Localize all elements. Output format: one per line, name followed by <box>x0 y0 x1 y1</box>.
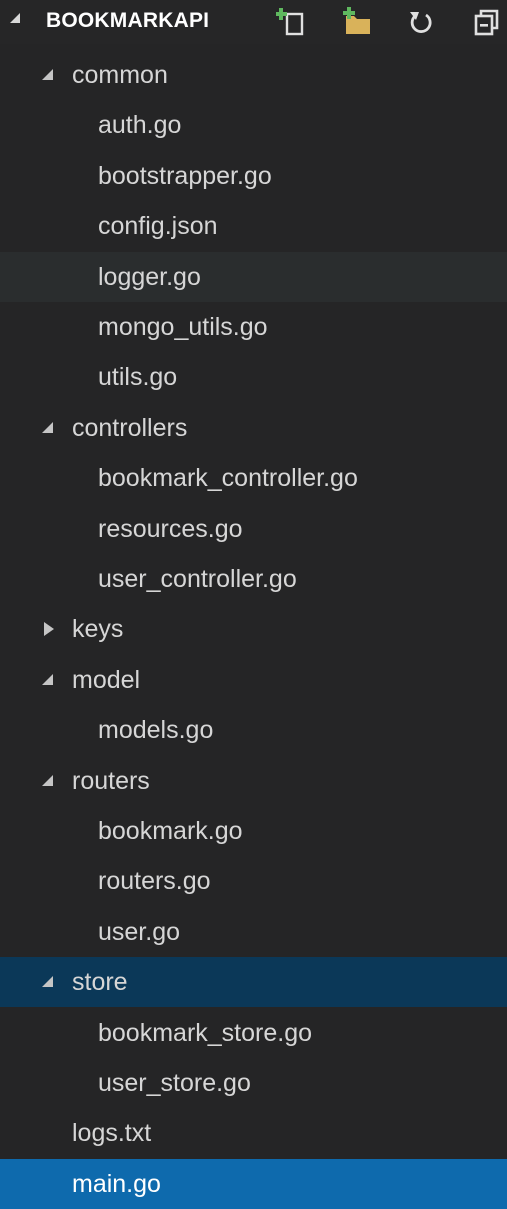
file-label: user_controller.go <box>98 565 297 593</box>
file-item[interactable]: bookmark.go <box>0 806 507 856</box>
project-title[interactable]: BOOKMARKAPI <box>46 9 209 33</box>
file-item[interactable]: mongo_utils.go <box>0 302 507 352</box>
file-label: user_store.go <box>98 1069 251 1097</box>
folder-label: store <box>72 968 128 997</box>
file-label: routers.go <box>98 867 211 896</box>
file-item[interactable]: bootstrapper.go <box>0 151 507 201</box>
expanded-chevron-icon[interactable] <box>40 756 58 806</box>
file-label: utils.go <box>98 363 178 392</box>
file-label: models.go <box>98 716 214 745</box>
new-file-icon[interactable] <box>276 6 310 38</box>
file-item[interactable]: routers.go <box>0 856 507 906</box>
file-explorer: BOOKMARKAPI common auth.go bootstrapper.… <box>0 0 507 1209</box>
file-label: config.json <box>98 212 218 241</box>
file-label: auth.go <box>98 111 182 140</box>
folder-item[interactable]: keys <box>0 604 507 654</box>
folder-label: keys <box>72 615 124 644</box>
collapse-chevron-icon[interactable] <box>10 13 20 23</box>
file-label: mongo_utils.go <box>98 313 268 341</box>
file-item[interactable]: user_store.go <box>0 1058 507 1108</box>
file-item[interactable]: resources.go <box>0 504 507 554</box>
file-label: bookmark.go <box>98 817 243 845</box>
expanded-chevron-icon[interactable] <box>40 655 58 705</box>
folder-item[interactable]: controllers <box>0 403 507 453</box>
new-folder-icon[interactable] <box>340 6 374 38</box>
folder-label: model <box>72 665 141 694</box>
folder-item[interactable]: store <box>0 957 507 1008</box>
refresh-icon[interactable] <box>404 6 438 38</box>
folder-label: routers <box>72 766 150 795</box>
file-item[interactable]: utils.go <box>0 352 507 402</box>
expanded-chevron-icon[interactable] <box>40 403 58 453</box>
collapse-all-icon[interactable] <box>470 6 504 38</box>
file-item[interactable]: logger.go <box>0 251 507 302</box>
file-item[interactable]: models.go <box>0 705 507 755</box>
file-item[interactable]: logs.txt <box>0 1108 507 1158</box>
file-label: logs.txt <box>72 1119 152 1148</box>
file-item[interactable]: main.go <box>0 1158 507 1209</box>
file-label: main.go <box>72 1169 161 1198</box>
folder-label: common <box>72 61 168 89</box>
file-label: bootstrapper.go <box>98 161 272 190</box>
folder-item[interactable]: common <box>0 50 507 100</box>
file-item[interactable]: auth.go <box>0 100 507 150</box>
file-item[interactable]: config.json <box>0 201 507 251</box>
file-label: resources.go <box>98 514 243 543</box>
file-label: bookmark_controller.go <box>98 464 358 493</box>
file-item[interactable]: bookmark_store.go <box>0 1008 507 1058</box>
folder-item[interactable]: model <box>0 655 507 705</box>
file-label: logger.go <box>98 262 201 291</box>
file-item[interactable]: user_controller.go <box>0 554 507 604</box>
file-label: user.go <box>98 917 181 946</box>
expanded-chevron-icon[interactable] <box>40 957 58 1007</box>
explorer-header[interactable]: BOOKMARKAPI <box>0 0 507 44</box>
file-item[interactable]: bookmark_controller.go <box>0 453 507 503</box>
collapsed-chevron-icon[interactable] <box>40 604 58 654</box>
file-item[interactable]: user.go <box>0 907 507 957</box>
expanded-chevron-icon[interactable] <box>40 50 58 100</box>
file-label: bookmark_store.go <box>98 1018 313 1047</box>
folder-label: controllers <box>72 413 188 442</box>
folder-item[interactable]: routers <box>0 756 507 806</box>
